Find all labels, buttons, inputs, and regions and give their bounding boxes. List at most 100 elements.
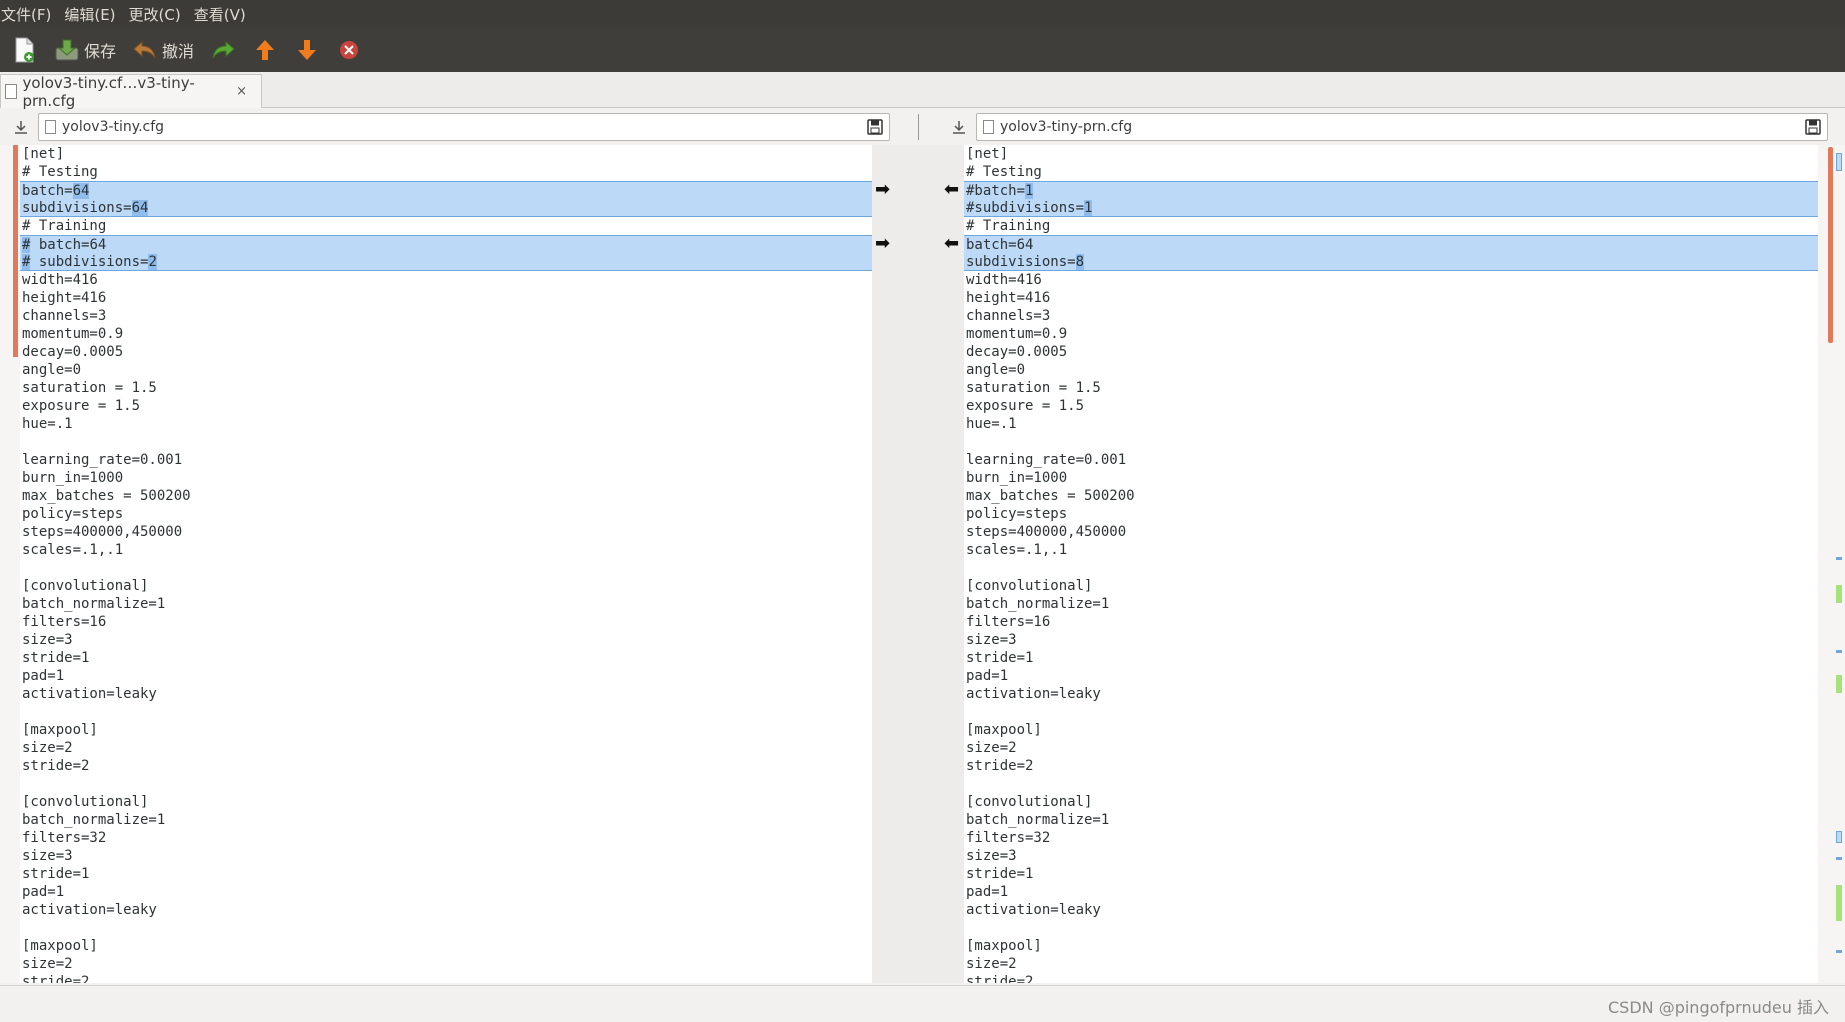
code-line[interactable]: [maxpool] <box>20 937 872 955</box>
code-line[interactable] <box>964 703 1818 721</box>
code-line[interactable] <box>20 433 872 451</box>
changed-line[interactable]: #batch=1 <box>964 181 1818 199</box>
code-line[interactable]: scales=.1,.1 <box>964 541 1818 559</box>
changed-line[interactable]: # batch=64 <box>20 235 872 253</box>
code-line[interactable]: filters=32 <box>964 829 1818 847</box>
code-line[interactable]: filters=32 <box>20 829 872 847</box>
left-file-path[interactable]: yolov3-tiny.cfg <box>38 113 890 141</box>
changed-line[interactable]: subdivisions=64 <box>20 199 872 217</box>
code-line[interactable]: [maxpool] <box>964 937 1818 955</box>
changed-line[interactable]: # subdivisions=2 <box>20 253 872 271</box>
code-line[interactable]: stride=1 <box>964 649 1818 667</box>
code-line[interactable]: filters=16 <box>964 613 1818 631</box>
redo-button[interactable] <box>202 32 244 68</box>
code-line[interactable]: size=3 <box>964 631 1818 649</box>
code-line[interactable]: [convolutional] <box>964 577 1818 595</box>
code-line[interactable] <box>20 559 872 577</box>
code-line[interactable]: size=3 <box>964 847 1818 865</box>
code-line[interactable]: # Training <box>20 217 872 235</box>
code-line[interactable]: batch_normalize=1 <box>964 595 1818 613</box>
code-line[interactable]: batch_normalize=1 <box>964 811 1818 829</box>
close-tab-icon[interactable]: × <box>236 84 247 99</box>
code-line[interactable]: stride=2 <box>964 757 1818 775</box>
save-file-icon[interactable] <box>865 118 885 136</box>
code-line[interactable]: saturation = 1.5 <box>964 379 1818 397</box>
code-line[interactable]: stride=1 <box>20 865 872 883</box>
code-line[interactable]: height=416 <box>964 289 1818 307</box>
merge-right-arrow-icon[interactable]: ➡ <box>875 235 890 253</box>
code-line[interactable]: angle=0 <box>20 361 872 379</box>
code-line[interactable]: size=2 <box>964 739 1818 757</box>
code-line[interactable]: policy=steps <box>20 505 872 523</box>
code-line[interactable]: batch_normalize=1 <box>20 811 872 829</box>
code-line[interactable]: # Testing <box>964 163 1818 181</box>
code-line[interactable]: pad=1 <box>964 883 1818 901</box>
code-line[interactable]: momentum=0.9 <box>964 325 1818 343</box>
code-line[interactable]: pad=1 <box>20 883 872 901</box>
scroll-thumb[interactable] <box>1828 147 1833 343</box>
code-line[interactable]: [convolutional] <box>20 793 872 811</box>
code-line[interactable]: stride=1 <box>964 865 1818 883</box>
download-icon[interactable] <box>10 116 32 138</box>
changed-line[interactable]: subdivisions=8 <box>964 253 1818 271</box>
code-line[interactable]: exposure = 1.5 <box>964 397 1818 415</box>
code-line[interactable]: height=416 <box>20 289 872 307</box>
code-line[interactable] <box>964 559 1818 577</box>
code-line[interactable]: saturation = 1.5 <box>20 379 872 397</box>
changed-line[interactable]: batch=64 <box>964 235 1818 253</box>
code-line[interactable]: [maxpool] <box>964 721 1818 739</box>
changed-line[interactable]: batch=64 <box>20 181 872 199</box>
code-line[interactable]: exposure = 1.5 <box>20 397 872 415</box>
code-line[interactable]: [convolutional] <box>964 793 1818 811</box>
undo-button[interactable]: 撤消 <box>124 32 202 68</box>
code-line[interactable]: max_batches = 500200 <box>964 487 1818 505</box>
code-line[interactable]: angle=0 <box>964 361 1818 379</box>
menu-file[interactable]: 文件(F) <box>0 4 59 25</box>
next-change-button[interactable] <box>286 32 328 68</box>
code-line[interactable]: max_batches = 500200 <box>20 487 872 505</box>
code-line[interactable]: burn_in=1000 <box>20 469 872 487</box>
code-line[interactable]: pad=1 <box>20 667 872 685</box>
code-line[interactable]: scales=.1,.1 <box>20 541 872 559</box>
code-line[interactable]: filters=16 <box>20 613 872 631</box>
new-comparison-button[interactable] <box>4 32 46 68</box>
merge-left-arrow-icon[interactable]: ⬅ <box>944 235 959 253</box>
code-line[interactable]: stride=2 <box>20 973 872 983</box>
code-line[interactable]: [convolutional] <box>20 577 872 595</box>
code-line[interactable]: channels=3 <box>964 307 1818 325</box>
code-line[interactable] <box>964 433 1818 451</box>
code-line[interactable]: burn_in=1000 <box>964 469 1818 487</box>
code-line[interactable]: size=2 <box>20 739 872 757</box>
save-button[interactable]: 保存 <box>46 32 124 68</box>
code-line[interactable]: channels=3 <box>20 307 872 325</box>
menu-edit[interactable]: 编辑(E) <box>63 4 123 25</box>
code-line[interactable]: steps=400000,450000 <box>964 523 1818 541</box>
code-line[interactable]: [net] <box>964 145 1818 163</box>
code-line[interactable] <box>964 919 1818 937</box>
right-file-path[interactable]: yolov3-tiny-prn.cfg <box>976 113 1828 141</box>
tab-comparison[interactable]: yolov3-tiny.cf…v3-tiny-prn.cfg × <box>0 74 262 110</box>
stop-button[interactable] <box>328 32 370 68</box>
code-line[interactable]: size=3 <box>20 847 872 865</box>
code-line[interactable]: stride=1 <box>20 649 872 667</box>
code-line[interactable]: learning_rate=0.001 <box>964 451 1818 469</box>
code-line[interactable] <box>20 919 872 937</box>
code-line[interactable] <box>20 703 872 721</box>
code-line[interactable]: stride=2 <box>20 757 872 775</box>
merge-left-arrow-icon[interactable]: ⬅ <box>944 181 959 199</box>
code-line[interactable]: activation=leaky <box>20 685 872 703</box>
diff-overview-scrollbar[interactable] <box>1818 145 1845 983</box>
code-line[interactable]: hue=.1 <box>20 415 872 433</box>
code-line[interactable] <box>964 775 1818 793</box>
menu-view[interactable]: 查看(V) <box>193 4 254 25</box>
code-line[interactable]: stride=2 <box>964 973 1818 983</box>
previous-change-button[interactable] <box>244 32 286 68</box>
code-line[interactable]: activation=leaky <box>20 901 872 919</box>
code-line[interactable]: steps=400000,450000 <box>20 523 872 541</box>
code-line[interactable]: decay=0.0005 <box>20 343 872 361</box>
code-line[interactable]: width=416 <box>964 271 1818 289</box>
code-line[interactable]: learning_rate=0.001 <box>20 451 872 469</box>
code-line[interactable]: size=2 <box>964 955 1818 973</box>
code-line[interactable]: hue=.1 <box>964 415 1818 433</box>
right-editor[interactable]: [net] # Testing #batch=1 #subdivisions=1… <box>964 145 1818 983</box>
